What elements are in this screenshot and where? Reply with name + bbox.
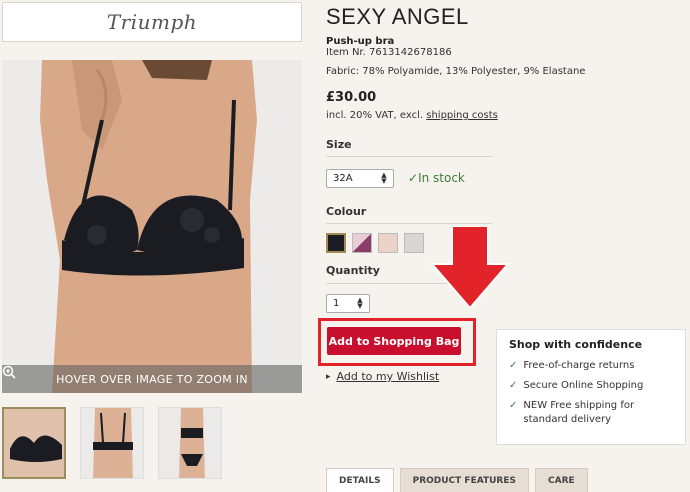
colour-swatch-pink[interactable]: [352, 233, 372, 253]
product-title: SEXY ANGEL: [326, 4, 469, 29]
thumbnail-2[interactable]: [80, 407, 144, 479]
thumbnail-2-image: [81, 408, 143, 478]
zoom-icon: [2, 365, 16, 379]
zoom-hint-bar: HOVER OVER IMAGE TO ZOOM IN: [2, 365, 302, 393]
check-icon: ✓: [408, 171, 419, 185]
zoom-hint-text: HOVER OVER IMAGE TO ZOOM IN: [56, 372, 248, 386]
shipping-costs-link[interactable]: shipping costs: [426, 110, 498, 121]
tab-details[interactable]: DETAILS: [326, 468, 394, 492]
brand-logo-box[interactable]: Triumph: [2, 2, 302, 42]
stock-status: ✓In stock: [408, 171, 465, 185]
wishlist-link-text: Add to my Wishlist: [336, 370, 440, 383]
colour-divider: [326, 223, 492, 224]
product-main-image[interactable]: HOVER OVER IMAGE TO ZOOM IN: [2, 60, 302, 393]
product-price: £30.00: [326, 90, 377, 105]
vat-note: incl. 20% VAT, excl. shipping costs: [326, 110, 498, 121]
shop-confidence-panel: Shop with confidence ✓ Free-of-charge ret…: [496, 329, 686, 445]
chevron-right-icon: ▸: [326, 371, 331, 382]
colour-swatch-grey[interactable]: [404, 233, 424, 253]
confidence-item-text: Secure Online Shopping: [523, 380, 644, 391]
confidence-item: ✓ Secure Online Shopping: [509, 379, 673, 393]
stock-text: In stock: [418, 171, 465, 185]
colour-swatches: [326, 233, 424, 253]
quantity-stepper[interactable]: 1 ▲ ▼: [326, 294, 370, 313]
check-icon: ✓: [509, 400, 518, 411]
quantity-value: 1: [333, 298, 340, 309]
product-tabs: DETAILS PRODUCT FEATURES CARE: [326, 468, 588, 492]
item-number: Item Nr. 7613142678186: [326, 47, 452, 58]
confidence-item-text: NEW Free shipping for standard delivery: [523, 400, 635, 425]
size-divider: [326, 156, 492, 157]
thumbnail-3[interactable]: [158, 407, 222, 479]
stepper-arrows-icon: ▲ ▼: [357, 296, 363, 310]
tab-product-features[interactable]: PRODUCT FEATURES: [399, 468, 529, 492]
confidence-item-text: Free-of-charge returns: [523, 360, 635, 371]
thumbnail-strip: [2, 407, 222, 479]
brand-logo: Triumph: [106, 10, 198, 34]
colour-swatch-nude[interactable]: [378, 233, 398, 253]
vat-text: incl. 20% VAT, excl.: [326, 110, 427, 121]
size-selected-value: 32A: [333, 173, 353, 184]
highlight-arrow-icon: [430, 226, 510, 310]
select-arrows-icon: ▲ ▼: [381, 171, 387, 185]
add-to-bag-button[interactable]: Add to Shopping Bag: [327, 327, 461, 355]
fabric-composition: Fabric: 78% Polyamide, 13% Polyester, 9%…: [326, 66, 586, 77]
confidence-item: ✓ NEW Free shipping for standard delivery: [509, 399, 673, 427]
colour-swatch-black[interactable]: [326, 233, 346, 253]
check-icon: ✓: [509, 360, 518, 371]
size-label: Size: [326, 138, 352, 151]
colour-label: Colour: [326, 205, 367, 218]
confidence-title: Shop with confidence: [509, 338, 643, 351]
thumbnail-1[interactable]: [2, 407, 66, 479]
wishlist-link[interactable]: ▸ Add to my Wishlist: [326, 370, 439, 383]
check-icon: ✓: [509, 380, 518, 391]
thumbnail-1-image: [4, 409, 64, 477]
product-subtitle: Push-up bra: [326, 36, 395, 47]
quantity-label: Quantity: [326, 264, 380, 277]
size-select[interactable]: 32A ▲ ▼: [326, 169, 394, 188]
product-photo-illustration: [2, 60, 302, 393]
confidence-item: ✓ Free-of-charge returns: [509, 359, 673, 373]
tab-care[interactable]: CARE: [535, 468, 588, 492]
thumbnail-3-image: [159, 408, 221, 478]
